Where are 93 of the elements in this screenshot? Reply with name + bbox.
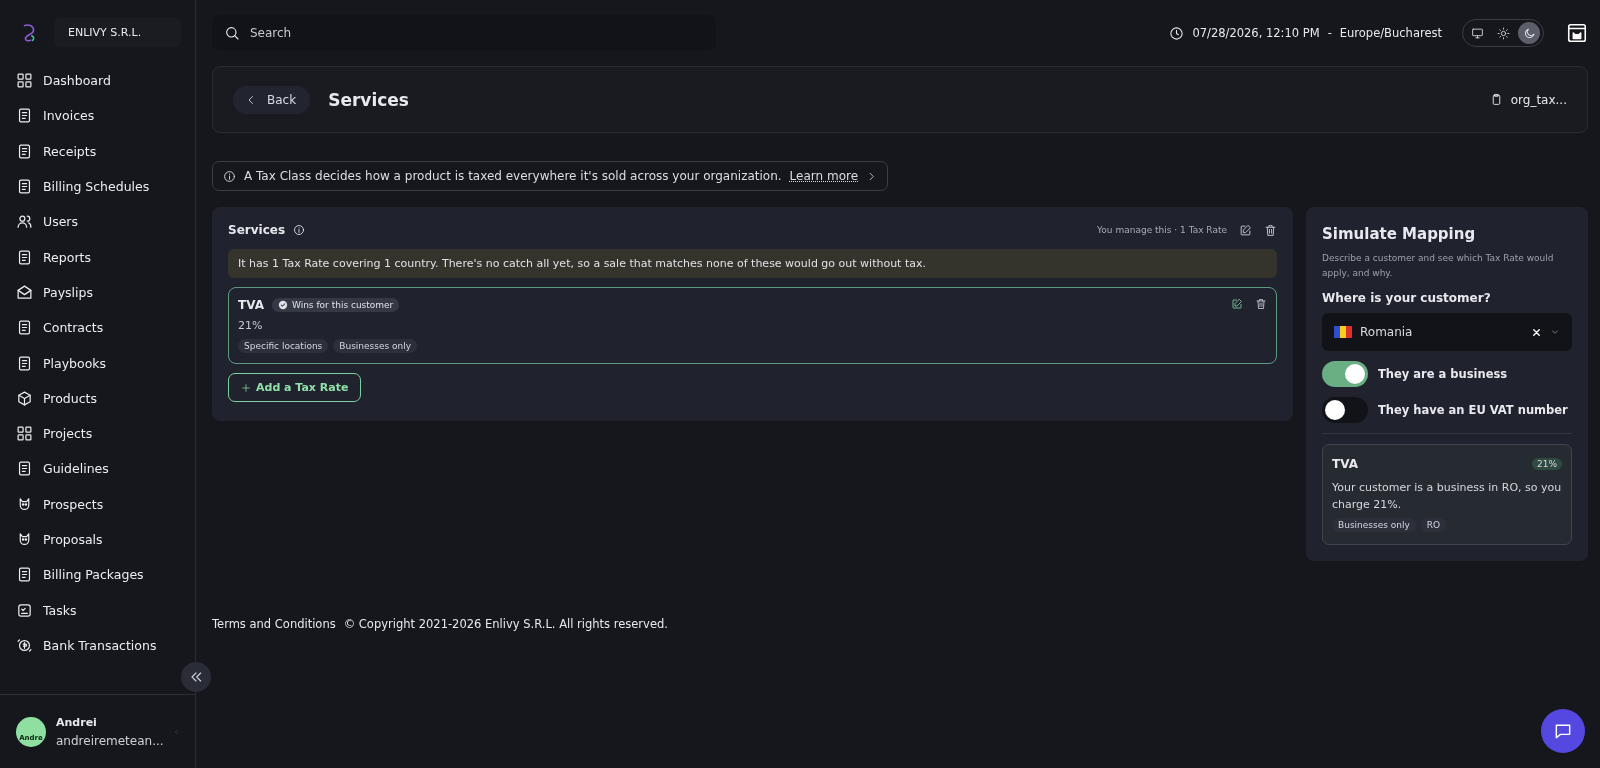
- separator-text: -: [1327, 26, 1332, 40]
- edit-icon: [1239, 223, 1252, 237]
- document-icon: [16, 178, 33, 196]
- nav-item[interactable]: Prospects: [0, 486, 195, 522]
- country-select[interactable]: Romania: [1322, 313, 1572, 351]
- timezone-text: Europe/Bucharest: [1339, 26, 1442, 40]
- trash-icon: [1264, 223, 1277, 237]
- tag: Specific locations: [238, 339, 329, 353]
- page-title: Services: [328, 89, 409, 110]
- nav-item[interactable]: Users: [0, 204, 195, 240]
- organization-name[interactable]: ENLIVY S.R.L.: [54, 18, 181, 47]
- chevron-down-icon: [1550, 327, 1560, 337]
- nav-item[interactable]: Billing Packages: [0, 557, 195, 593]
- terms-link[interactable]: Terms and Conditions: [212, 617, 336, 631]
- edit-icon: [1231, 298, 1243, 310]
- notice-banner: It has 1 Tax Rate covering 1 country. There's no catch all yet, so a sale that matches none of these would go out without tax.: [228, 249, 1277, 278]
- meta-text: You manage this · 1 Tax Rate: [1097, 225, 1227, 235]
- edit-button[interactable]: [1239, 223, 1252, 237]
- result-name: TVA: [1332, 457, 1358, 471]
- rate-value: 21%: [238, 319, 264, 332]
- search-field[interactable]: Search: [212, 15, 716, 51]
- theme-option[interactable]: [1518, 22, 1540, 44]
- nav-item[interactable]: Invoices: [0, 98, 195, 134]
- field-label: Where is your customer?: [1322, 291, 1492, 305]
- nav-item[interactable]: Playbooks: [0, 345, 195, 381]
- sun-icon: [1496, 26, 1510, 40]
- nav-item[interactable]: Guidelines: [0, 451, 195, 487]
- close-icon: [1531, 326, 1542, 338]
- delete-button[interactable]: [1264, 223, 1277, 237]
- tax-rate-card[interactable]: TVA Wins for this customer 21% Specific locations Businesses only: [228, 287, 1277, 364]
- flag-icon: [1334, 326, 1352, 338]
- plus-icon: [241, 382, 251, 393]
- grid-icon: [16, 425, 33, 443]
- monitor-icon: [1470, 26, 1484, 40]
- back-button[interactable]: Back: [233, 85, 311, 114]
- learn-more-link[interactable]: Learn more: [789, 169, 859, 183]
- description-text: Describe a customer and see which Tax Rate would apply, and why.: [1322, 252, 1555, 280]
- tag: Businesses only: [333, 339, 418, 353]
- document-icon: [16, 319, 33, 337]
- copy-id-button[interactable]: org_tax...: [1489, 92, 1567, 107]
- envelope-icon: [16, 283, 33, 301]
- checklist-icon: [16, 601, 33, 619]
- toggle-label: They are a business: [1378, 367, 1508, 381]
- document-icon: [16, 248, 33, 266]
- nav-item[interactable]: Products: [0, 380, 195, 416]
- document-icon: [16, 107, 33, 125]
- nav-item[interactable]: Bank Transactions: [0, 627, 195, 664]
- chat-button[interactable]: [1541, 709, 1585, 753]
- info-icon: [293, 224, 306, 236]
- result-text: Your customer is a business in RO, so you charge 21%.: [1332, 480, 1562, 513]
- document-icon: [16, 354, 33, 372]
- clock-icon: [1169, 25, 1185, 41]
- card-title: Simulate Mapping: [1322, 225, 1477, 243]
- nav-item[interactable]: Dashboard: [0, 63, 195, 99]
- card-title: Services: [228, 223, 286, 237]
- nav-item[interactable]: Billing Schedules: [0, 168, 195, 205]
- document-icon: [16, 566, 33, 584]
- check-circle-icon: [277, 300, 288, 310]
- receipt-icon: [16, 142, 33, 160]
- nav-item[interactable]: Tasks: [0, 592, 195, 628]
- add-tax-rate-button[interactable]: Add a Tax Rate: [228, 373, 362, 402]
- nav-item[interactable]: Payslips: [0, 274, 195, 311]
- toggle-switch[interactable]: [1322, 361, 1368, 387]
- users-icon: [16, 213, 33, 231]
- rate-badge: 21%: [1532, 458, 1562, 470]
- tag: RO: [1420, 518, 1447, 532]
- nav-item[interactable]: Contracts: [0, 310, 195, 346]
- nav-item[interactable]: Proposals: [0, 521, 195, 558]
- grid-icon: [16, 72, 33, 90]
- copyright-text: © Copyright 2021-2026 Enlivy S.R.L. All rights reserved.: [343, 617, 668, 631]
- moon-icon: [1522, 26, 1536, 40]
- rate-name: TVA: [238, 298, 264, 312]
- nav-item[interactable]: Reports: [0, 239, 195, 275]
- coin-icon: [16, 636, 33, 654]
- collapse-button[interactable]: [181, 662, 211, 692]
- delete-button[interactable]: [1255, 298, 1267, 310]
- toggle-switch[interactable]: [1322, 397, 1368, 423]
- cat-window-icon: [1566, 22, 1588, 44]
- badge-text: Wins for this customer: [291, 300, 394, 310]
- nav-item[interactable]: Receipts: [0, 133, 195, 169]
- info-icon: [223, 169, 236, 183]
- trash-icon: [1255, 298, 1267, 310]
- toggle-label: They have an EU VAT number: [1378, 403, 1568, 417]
- edit-button[interactable]: [1231, 298, 1243, 310]
- nav-item[interactable]: Projects: [0, 415, 195, 452]
- user-email: andreiremetean...: [56, 733, 164, 748]
- tag: Businesses only: [1332, 518, 1416, 532]
- document-icon: [16, 460, 33, 478]
- info-text: A Tax Class decides how a product is taxed everywhere it's sold across your organization.: [244, 169, 782, 183]
- datetime-text: 07/28/2026, 12:10 PM: [1192, 26, 1320, 40]
- chat-icon: [1553, 721, 1573, 741]
- user-name: Andrei: [56, 715, 98, 729]
- box-icon: [16, 389, 33, 407]
